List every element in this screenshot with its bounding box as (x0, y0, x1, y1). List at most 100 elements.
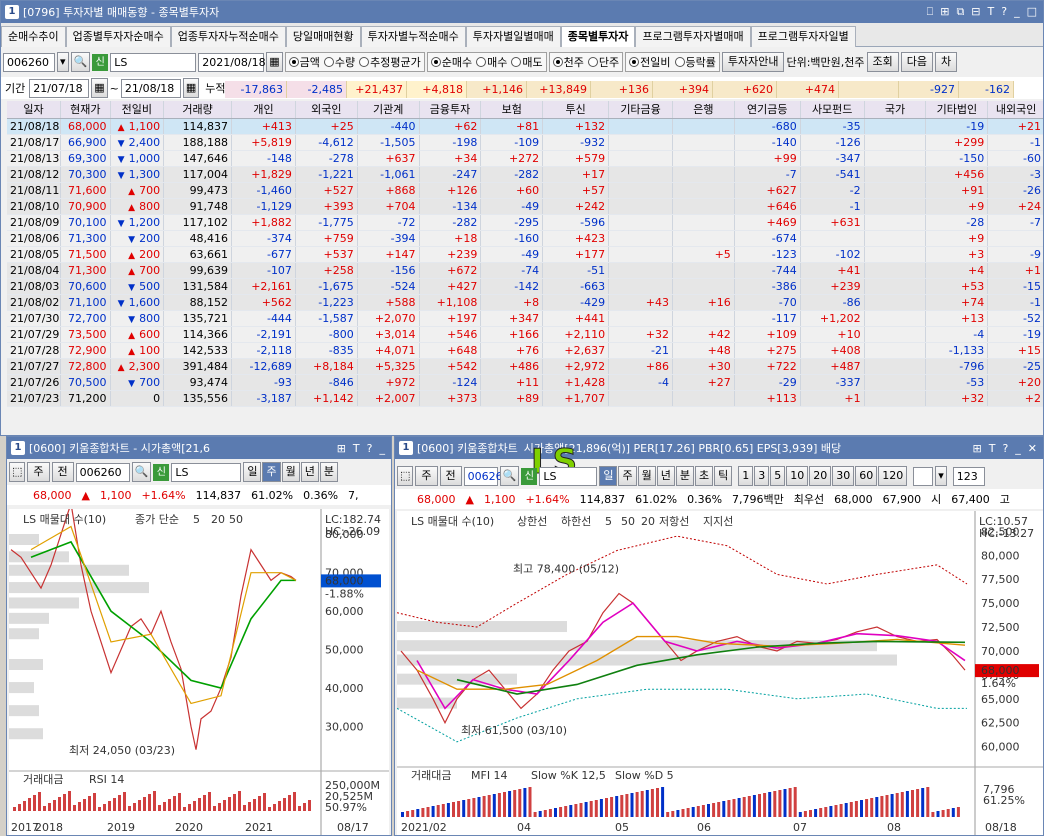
table-row[interactable]: 21/08/1369,300 1,000147,646-148-278+637+3… (7, 150, 1043, 167)
radio-icon[interactable] (511, 57, 522, 67)
interval-button[interactable]: 60 (855, 466, 878, 486)
chart-name-field[interactable]: LS (539, 466, 598, 486)
toolbar-menu-icon[interactable]: ⬚ (397, 466, 414, 486)
radio-icon[interactable] (430, 57, 441, 67)
table-row[interactable]: 21/08/1270,300 1,300117,004+1,829-1,221-1… (7, 166, 1043, 183)
stock-code-field[interactable]: 006260 (3, 52, 55, 72)
radio-option[interactable]: 매도 (511, 54, 543, 70)
period-button[interactable]: 분 (675, 466, 694, 486)
table-row[interactable]: 21/08/0671,300 20048,416-374+759-394+18-1… (7, 230, 1043, 247)
period-button[interactable]: 주 (262, 462, 281, 482)
tab-item[interactable]: 당일매매현황 (285, 26, 361, 47)
window-controls[interactable]: ⊞ T? _ ✕ (972, 442, 1043, 455)
window-control-icon[interactable]: □ (1027, 5, 1037, 19)
right-chart-area[interactable]: 82,50080,00077,50075,00072,50070,00067,5… (396, 511, 1043, 835)
column-header[interactable]: 전일비 (110, 101, 165, 119)
investor-guide-button[interactable]: 투자자안내 (721, 52, 785, 72)
search-icon[interactable]: 🔍 (499, 466, 520, 486)
interval-button[interactable]: 5 (770, 466, 786, 486)
date-from-field[interactable]: 21/07/18 (29, 78, 90, 98)
table-row[interactable]: 21/08/0471,30070099,639-107+258-156+672-… (7, 262, 1043, 279)
week-select[interactable]: 주 (415, 466, 438, 486)
window-control-icon[interactable]: _ (380, 442, 386, 455)
radio-option[interactable]: 금액 (288, 54, 320, 70)
interval-button[interactable]: 10 (786, 466, 809, 486)
tab-item[interactable]: 투자자별일별매매 (465, 26, 561, 47)
window-control-icon[interactable]: ? (367, 442, 373, 455)
window-control-icon[interactable]: T (353, 442, 360, 455)
column-header[interactable]: 기관계 (357, 101, 420, 119)
table-row[interactable]: 21/08/0370,600 500131,584+2,161-1,675-524… (7, 278, 1043, 295)
column-header[interactable]: 내외국인 (987, 101, 1043, 119)
period-button[interactable]: 년 (656, 466, 675, 486)
radio-icon[interactable] (552, 57, 563, 67)
interval-button[interactable]: 3 (754, 466, 770, 486)
window-control-icon[interactable]: ? (1002, 442, 1008, 455)
date-to-field[interactable]: 21/08/18 (120, 78, 181, 98)
radio-option[interactable]: 추정평균가 (359, 54, 421, 70)
period-button[interactable]: 초 (694, 466, 714, 486)
radio-option[interactable]: 등락률 (674, 54, 716, 70)
window-control-icon[interactable]: ⊞ (337, 442, 346, 455)
chart-code-field[interactable]: 006260 (75, 462, 130, 482)
column-header[interactable]: 사모펀드 (800, 101, 865, 119)
radio-icon[interactable] (323, 57, 334, 67)
interval-input[interactable] (913, 466, 934, 486)
calendar-from-icon[interactable]: ▦ (91, 78, 108, 98)
left-chart-area[interactable]: 80,000 70,000 60,000 50,000 40,000 30,000 LS 매… (9, 490, 389, 835)
date-field[interactable]: 2021/08/18 (198, 52, 266, 72)
radio-option[interactable]: 천주 (552, 54, 584, 70)
window-control-icon[interactable]: ⊟ (971, 5, 980, 19)
radio-icon[interactable] (476, 57, 487, 67)
period-button[interactable]: 월 (637, 466, 656, 486)
table-row[interactable]: 21/08/1868,000 1,100114,837+413+25-440+62… (7, 118, 1043, 135)
week-select[interactable]: 주 (27, 462, 50, 482)
right-chart-titlebar[interactable]: 1 [0600] 키움종합차트 시가총액[21,896(억)] PER[17.2… (395, 437, 1043, 459)
radio-icon[interactable] (359, 57, 370, 67)
extra-button[interactable]: 차 (935, 52, 958, 72)
table-row[interactable]: 21/08/1766,9002,400188,188+5,819-4,612-1… (7, 134, 1043, 151)
chart-name-field[interactable]: LS (171, 462, 242, 482)
column-header[interactable]: 국가 (864, 101, 927, 119)
window-control-icon[interactable]: ? (1001, 5, 1007, 19)
window-control-icon[interactable]: T (988, 5, 995, 19)
radio-option[interactable]: 매수 (476, 54, 507, 70)
prev-select[interactable]: 전 (51, 462, 74, 482)
column-header[interactable]: 외국인 (295, 101, 358, 119)
dropdown-icon[interactable]: ▾ (935, 466, 947, 486)
column-header[interactable]: 보험 (480, 101, 544, 119)
window-controls[interactable]: ⎕ ⊞ ⧉ ⊟ T? _ □ (927, 5, 1043, 19)
calendar-to-icon[interactable]: ▦ (182, 78, 200, 98)
table-row[interactable]: 21/07/2872,900 100142,533-2,118-835+4,071… (7, 342, 1043, 359)
period-button[interactable]: 일 (243, 462, 262, 482)
search-icon[interactable]: 🔍 (70, 52, 91, 72)
radio-option[interactable]: 전일비 (629, 54, 671, 70)
window-control-icon[interactable]: ✕ (1028, 442, 1037, 455)
dropdown-icon[interactable]: ▾ (57, 52, 69, 72)
table-row[interactable]: 21/07/3072,700 800135,721-444-1,587+2,070… (7, 310, 1043, 327)
period-button[interactable]: 분 (319, 462, 338, 482)
interval-button[interactable]: 120 (878, 466, 908, 486)
interval-button[interactable]: 1 (738, 466, 754, 486)
stock-name-field[interactable]: LS (110, 52, 197, 72)
tab-item[interactable]: 종목별투자자 (560, 26, 636, 47)
table-row[interactable]: 21/07/23 71,200 0 135,556 -3,187 +1,142 +2,007… (7, 390, 1043, 407)
window-control-icon[interactable]: ⧉ (956, 5, 964, 19)
window-control-icon[interactable]: ⎕ (927, 5, 934, 19)
tab-item[interactable]: 업종별투자자순매수 (65, 26, 171, 47)
prev-select[interactable]: 전 (439, 466, 462, 486)
left-chart-titlebar[interactable]: 1 [0600] 키움종합차트 - 시가총액[21,6 ⊞ T? _ (7, 437, 391, 459)
toolbar-menu-icon[interactable]: ⬚ (9, 462, 26, 482)
column-header[interactable]: 개인 (231, 101, 296, 119)
window-control-icon[interactable]: ⊞ (972, 442, 981, 455)
next-button[interactable]: 다음 (900, 52, 934, 72)
period-button[interactable]: 년 (300, 462, 319, 482)
table-row[interactable]: 21/08/0271,1001,60088,152+562-1,223+588+… (7, 294, 1043, 311)
column-header[interactable]: 은행 (672, 101, 735, 119)
page-count-field[interactable]: 123 (952, 466, 985, 486)
chart-code-field[interactable]: 00626 (463, 466, 503, 486)
period-button[interactable]: 틱 (714, 466, 733, 486)
query-button[interactable]: 조회 (866, 52, 899, 72)
column-header[interactable]: 기타금융 (608, 101, 673, 119)
column-header[interactable]: 거래량 (163, 101, 233, 119)
